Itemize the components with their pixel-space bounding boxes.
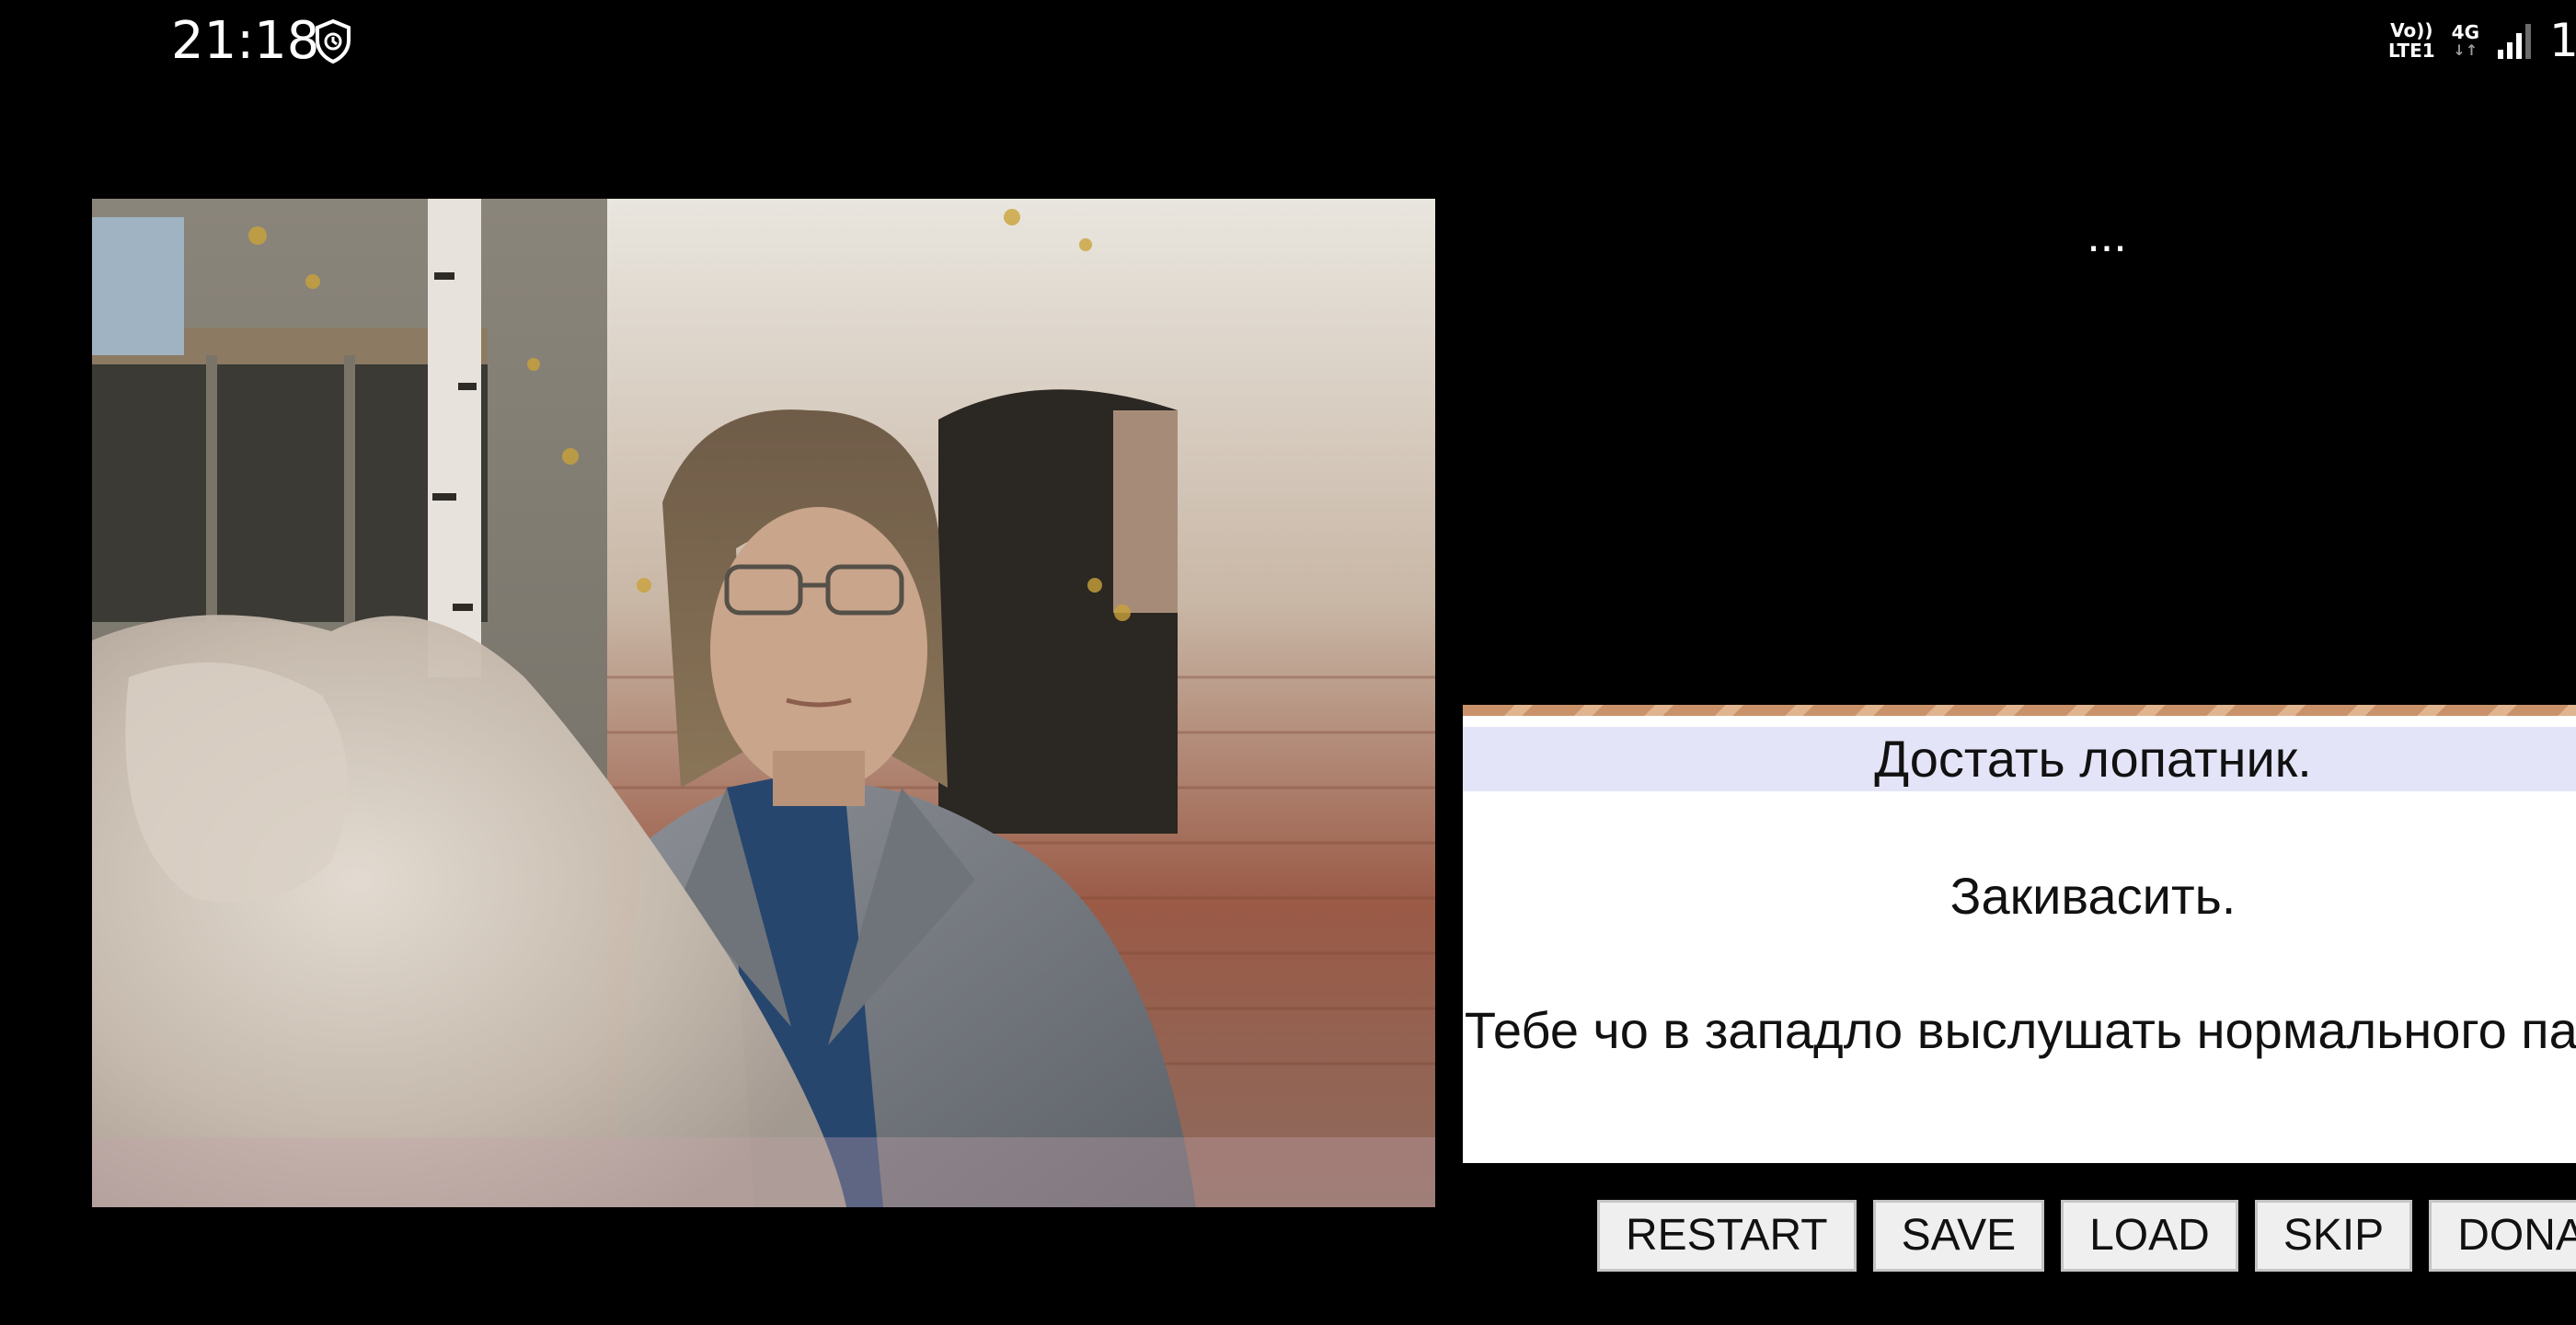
shield-clock-icon (316, 18, 351, 64)
choice-option-1[interactable]: Достать лопатник. (1463, 727, 2576, 791)
panel-gap (1463, 716, 2576, 727)
skip-button[interactable]: SKIP (2254, 1200, 2413, 1272)
status-time: 21:18 (171, 11, 320, 71)
choice-panel: Достать лопатник. Закивасить. Тебе чо в … (1463, 705, 2576, 1163)
scene-illustration (92, 199, 1435, 1207)
save-button[interactable]: SAVE (1872, 1200, 2045, 1272)
load-button[interactable]: LOAD (2061, 1200, 2238, 1272)
status-icons: Vo)) LTE1 4G ↓↑ 1 (2388, 15, 2576, 66)
volte-indicator: Vo)) LTE1 (2388, 20, 2435, 61)
scene-photo (92, 199, 1435, 1207)
narrative-text: ... (2087, 209, 2127, 262)
choice-option-3[interactable]: Тебе чо в западло выслушать нормального … (1463, 997, 2576, 1064)
network-type: 4G (2451, 21, 2479, 43)
panel-border-stripe (1463, 705, 2576, 716)
choice-option-2[interactable]: Закивасить. (1463, 863, 2576, 929)
network-arrows: ↓↑ (2453, 41, 2478, 59)
donate-button[interactable]: DONATE (2429, 1200, 2576, 1272)
volte-top-text: Vo)) (2390, 19, 2433, 41)
volte-bottom-text: LTE1 (2388, 40, 2435, 62)
restart-button[interactable]: RESTART (1597, 1200, 1857, 1272)
action-button-row: RESTART SAVE LOAD SKIP DONATE (1597, 1200, 2576, 1272)
network-indicator: 4G ↓↑ (2452, 22, 2479, 59)
battery-percent: 1 (2549, 14, 2576, 67)
signal-icon (2498, 24, 2531, 59)
